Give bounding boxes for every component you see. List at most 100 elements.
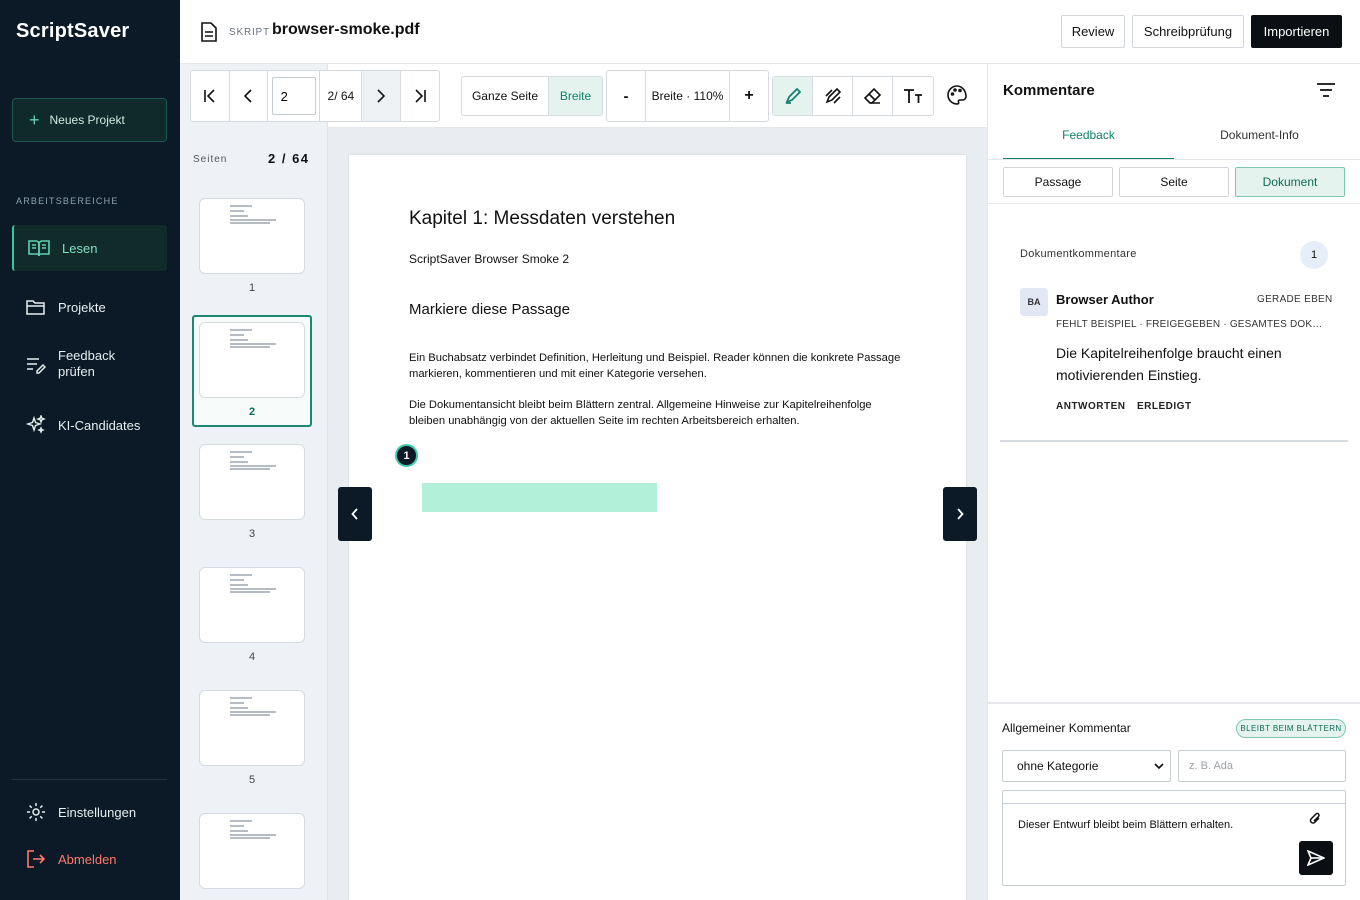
sidebar-item-projekte[interactable]: Projekte bbox=[12, 292, 167, 322]
highlighted-passage[interactable] bbox=[422, 483, 657, 512]
sidebar-item-feedback[interactable]: Feedback prüfen bbox=[12, 348, 167, 384]
send-button[interactable] bbox=[1299, 841, 1333, 875]
folder-icon bbox=[26, 300, 45, 315]
persist-badge: BLEIBT BEIM BLÄTTERN bbox=[1236, 719, 1346, 738]
paperclip-icon[interactable] bbox=[1308, 810, 1322, 828]
page-thumbnail[interactable]: 4 bbox=[192, 559, 312, 663]
document-subtitle: ScriptSaver Browser Smoke 2 bbox=[409, 252, 570, 266]
category-select[interactable]: ohne Kategorie bbox=[1002, 750, 1171, 782]
sidebar-item-lesen[interactable]: Lesen bbox=[12, 225, 167, 271]
thumbnail-preview bbox=[199, 567, 305, 643]
page-thumbnail[interactable]: 5 bbox=[192, 682, 312, 786]
page-number-input[interactable] bbox=[271, 77, 316, 115]
eraser-tool-button[interactable] bbox=[853, 77, 893, 115]
paragraph[interactable]: Die Dokumentansicht bleibt beim Blättern… bbox=[409, 397, 909, 429]
comment-textarea[interactable] bbox=[1002, 790, 1346, 886]
spellcheck-button[interactable]: Schreibprüfung bbox=[1132, 15, 1244, 48]
next-page-button[interactable] bbox=[362, 71, 402, 121]
thumbnail-preview bbox=[199, 444, 305, 520]
document-comments-label: Dokumentkommentare bbox=[1020, 248, 1137, 260]
settings-link[interactable]: Einstellungen bbox=[12, 797, 167, 827]
sidebar-item-ki-candidates[interactable]: KI-Candidates bbox=[12, 410, 167, 440]
comment-tags: FEHLT BEISPIEL · FREIGEGEBEN · GESAMTES … bbox=[1056, 319, 1328, 330]
new-project-button[interactable]: + Neues Projekt bbox=[12, 98, 167, 142]
thumbnail-preview bbox=[199, 690, 305, 766]
zoom-out-button[interactable]: - bbox=[607, 71, 646, 121]
fit-mode-group: Ganze Seite Breite bbox=[461, 76, 603, 116]
thumbnail-preview bbox=[199, 322, 305, 398]
page-total: 2/ 64 bbox=[320, 71, 363, 121]
page-thumbnail[interactable]: 1 bbox=[192, 190, 312, 294]
page-thumbnail-active[interactable]: 2 bbox=[192, 315, 312, 427]
comment-timestamp: GERADE EBEN bbox=[1257, 294, 1333, 305]
sidebar-item-label: KI-Candidates bbox=[58, 417, 141, 433]
import-button[interactable]: Importieren bbox=[1251, 15, 1342, 48]
logout-link[interactable]: Abmelden bbox=[12, 844, 167, 874]
sidebar-item-label: Feedback prüfen bbox=[58, 348, 116, 379]
previous-page-button[interactable] bbox=[230, 71, 268, 121]
workspaces-label: ARBEITSBEREICHE bbox=[16, 196, 119, 206]
scope-divider bbox=[988, 203, 1360, 204]
tab-document-info[interactable]: Dokument-Info bbox=[1174, 128, 1345, 160]
gear-icon bbox=[27, 803, 45, 821]
thumbnail-preview bbox=[199, 813, 305, 889]
next-page-arrow[interactable] bbox=[943, 487, 977, 541]
scope-passage-button[interactable]: Passage bbox=[1003, 167, 1113, 197]
author-name-input[interactable] bbox=[1178, 750, 1346, 782]
document-page bbox=[349, 155, 966, 900]
sidebar: ScriptSaver + Neues Projekt ARBEITSBEREI… bbox=[0, 0, 180, 900]
thumbnail-panel: Seiten 2 / 64 1 2 3 4 5 bbox=[180, 64, 328, 900]
composer-divider bbox=[988, 702, 1360, 704]
paragraph[interactable]: Ein Buchabsatz verbindet Definition, Her… bbox=[409, 350, 909, 382]
sparkle-icon bbox=[26, 415, 46, 434]
text-tool-button[interactable] bbox=[893, 77, 933, 115]
section-heading: Markiere diese Passage bbox=[409, 301, 570, 318]
scope-document-button[interactable]: Dokument bbox=[1235, 167, 1345, 197]
color-palette-button[interactable] bbox=[946, 84, 972, 108]
page-thumbnail[interactable] bbox=[192, 805, 312, 889]
fit-page-button[interactable]: Ganze Seite bbox=[462, 77, 549, 115]
book-open-icon bbox=[28, 240, 50, 257]
comment-divider bbox=[1000, 440, 1348, 442]
top-header: SKRIPT browser-smoke.pdf Review Schreibp… bbox=[180, 0, 1360, 64]
textarea-top-line bbox=[1003, 803, 1345, 804]
highlight-tool-button[interactable] bbox=[773, 77, 813, 115]
text-size-icon bbox=[904, 89, 922, 103]
pages-counter: 2 / 64 bbox=[268, 151, 310, 166]
avatar: BA bbox=[1020, 288, 1048, 316]
send-icon bbox=[1307, 850, 1325, 866]
page-thumbnail[interactable]: 3 bbox=[192, 436, 312, 540]
resolve-button[interactable]: ERLEDIGT bbox=[1137, 401, 1192, 412]
comment-draft-text: Dieser Entwurf bleibt beim Blättern erha… bbox=[1018, 819, 1234, 831]
annotation-tools bbox=[772, 76, 934, 116]
new-project-label: Neues Projekt bbox=[49, 113, 125, 127]
page-input-cell bbox=[268, 71, 321, 121]
document-icon bbox=[201, 22, 217, 42]
chevron-down-icon bbox=[1154, 763, 1164, 770]
general-comment-label: Allgemeiner Kommentar bbox=[1002, 721, 1131, 735]
thumbnail-preview bbox=[199, 198, 305, 274]
review-list-icon bbox=[27, 358, 46, 374]
highlighter-icon bbox=[784, 87, 801, 104]
chevron-left-icon bbox=[244, 89, 252, 103]
last-page-button[interactable] bbox=[401, 71, 439, 121]
thumbnail-number: 2 bbox=[248, 406, 256, 418]
multi-highlight-tool-button[interactable] bbox=[813, 77, 853, 115]
comment-marker[interactable]: 1 bbox=[395, 444, 418, 467]
thumbnail-number: 4 bbox=[248, 651, 256, 663]
thumbnail-number: 1 bbox=[248, 282, 256, 294]
reply-button[interactable]: ANTWORTEN bbox=[1056, 401, 1126, 412]
review-button[interactable]: Review bbox=[1061, 15, 1125, 48]
first-page-button[interactable] bbox=[191, 71, 230, 121]
comment-body: Die Kapitelreihenfolge braucht einen mot… bbox=[1056, 345, 1282, 383]
brand-logo[interactable]: ScriptSaver bbox=[16, 20, 129, 43]
previous-page-arrow[interactable] bbox=[338, 487, 372, 541]
zoom-group: - Breite · 110% + bbox=[606, 70, 769, 122]
pen-lines-icon bbox=[824, 87, 841, 104]
scope-page-button[interactable]: Seite bbox=[1119, 167, 1229, 197]
filter-icon[interactable] bbox=[1316, 82, 1336, 98]
tab-feedback[interactable]: Feedback bbox=[1003, 128, 1174, 160]
fit-width-button[interactable]: Breite bbox=[549, 77, 602, 115]
category-select-value: ohne Kategorie bbox=[1017, 759, 1099, 773]
zoom-in-button[interactable]: + bbox=[730, 71, 768, 121]
